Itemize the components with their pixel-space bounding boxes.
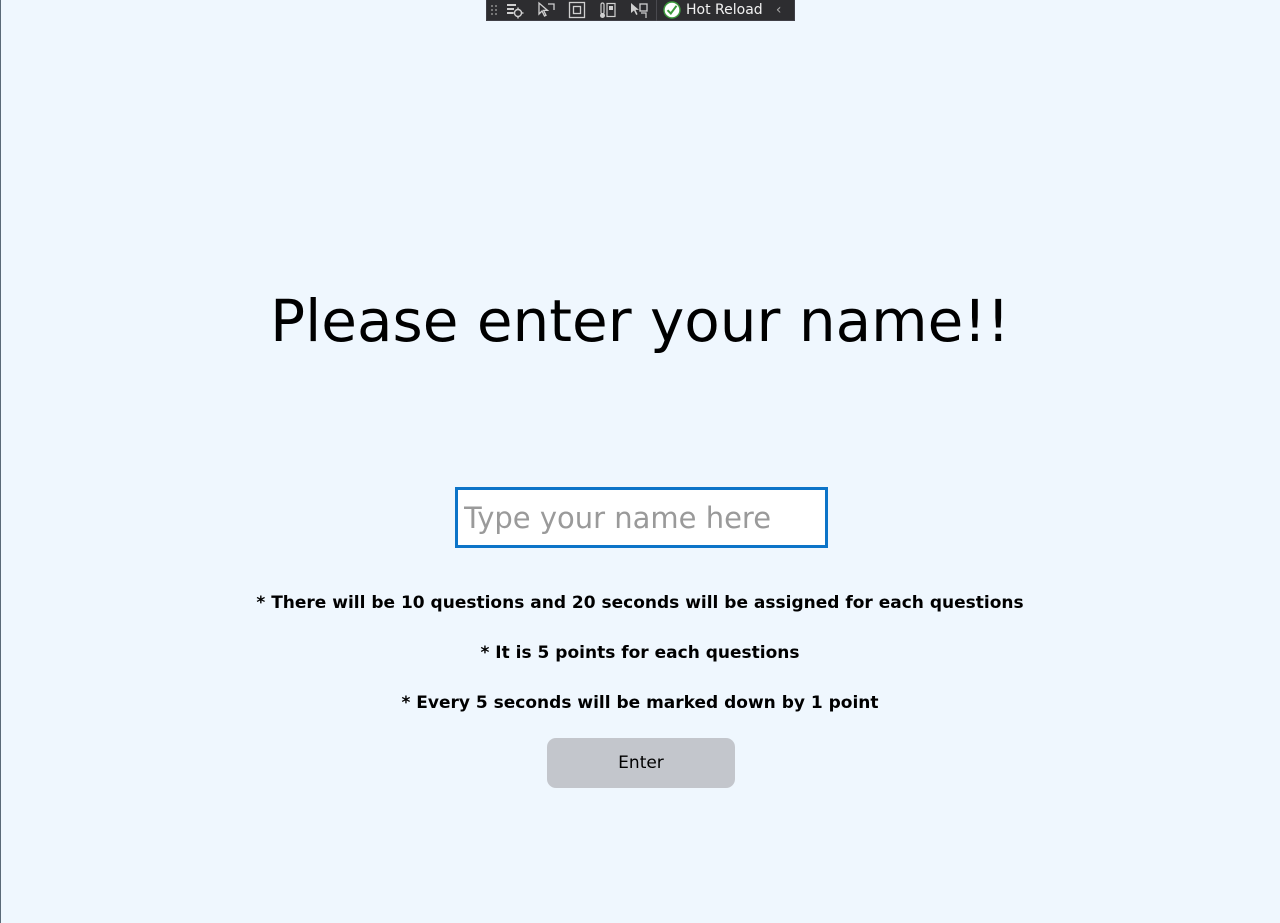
rule-text: * It is 5 points for each questions [480, 643, 800, 663]
select-element-icon[interactable] [530, 0, 561, 21]
hot-reload-label: Hot Reload [686, 2, 763, 18]
hot-reload-check-icon [663, 1, 681, 19]
select-pointer-icon[interactable] [623, 0, 654, 21]
rule-text: * There will be 10 questions and 20 seco… [256, 593, 1024, 613]
hot-reload-button[interactable]: Hot Reload [659, 0, 767, 21]
display-layout-adorners-icon[interactable] [561, 0, 592, 21]
name-input[interactable] [455, 487, 828, 548]
debug-toolbar: Hot Reload ‹ [486, 0, 795, 21]
rule-text: * Every 5 seconds will be marked down by… [401, 693, 879, 713]
live-visual-tree-icon[interactable] [499, 0, 530, 21]
toolbar-grip-icon[interactable] [489, 0, 499, 21]
page-title: Please enter your name!! [270, 287, 1010, 355]
enter-button[interactable]: Enter [547, 738, 735, 788]
collapse-toolbar-icon[interactable]: ‹ [767, 0, 791, 21]
window-left-border [0, 0, 1, 923]
toolbar-separator [656, 0, 657, 21]
track-focus-icon[interactable] [592, 0, 623, 21]
